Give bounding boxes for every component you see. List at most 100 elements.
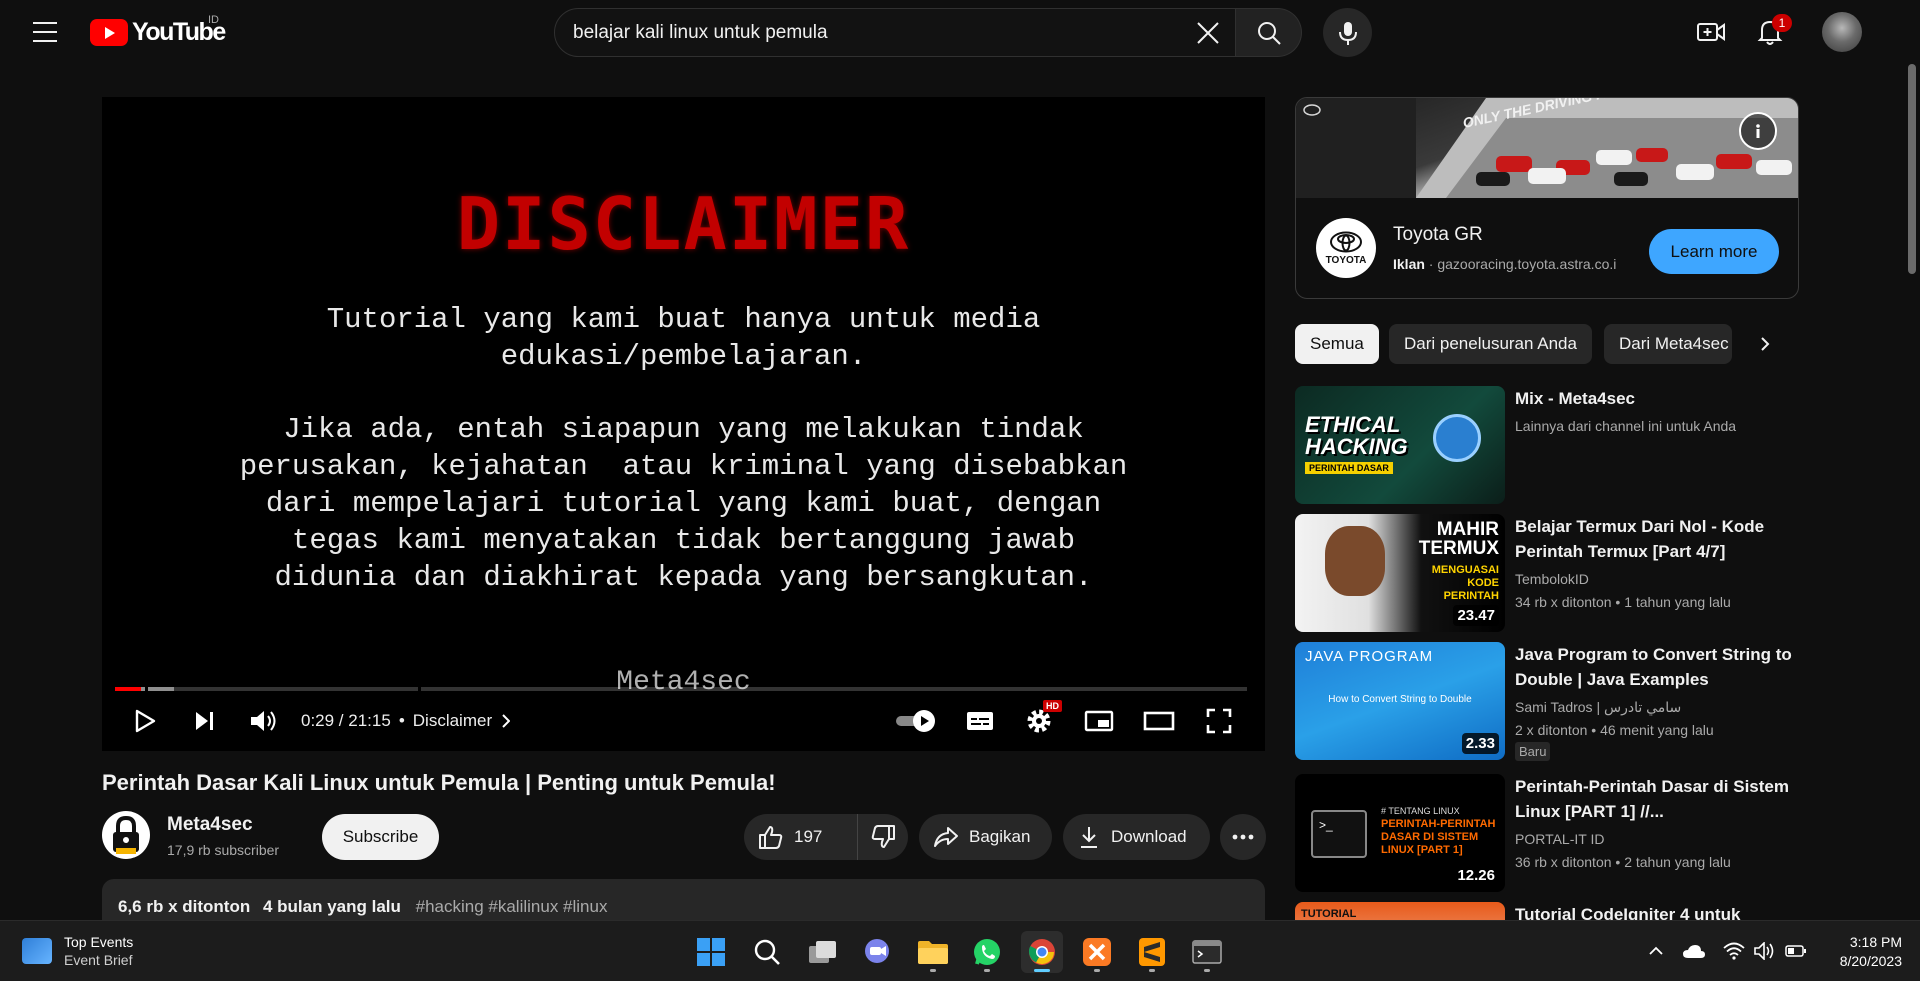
start-button[interactable] (690, 931, 732, 973)
xampp-button[interactable] (1076, 931, 1118, 973)
play-icon (135, 709, 156, 733)
recommendation-item[interactable]: ETHICAL HACKING PERINTAH DASAR Mix - Met… (1295, 386, 1799, 506)
download-button[interactable]: Download (1063, 814, 1210, 860)
disclaimer-paragraph-2: Jika ada, entah siapapun yang melakukan … (239, 413, 1128, 594)
running-indicator (930, 969, 936, 972)
hd-badge: HD (1043, 700, 1062, 712)
next-video-button[interactable] (190, 704, 220, 738)
video-player[interactable]: DISCLAIMER Tutorial yang kami buat hanya… (102, 97, 1265, 751)
autoplay-toggle[interactable] (894, 704, 938, 738)
upload-date: 4 bulan yang lalu (262, 897, 401, 916)
chapter-title: Disclaimer (412, 711, 493, 730)
chip-from-search[interactable]: Dari penelusuran Anda (1389, 324, 1592, 364)
presenter-face (1325, 526, 1385, 596)
recommendation-item[interactable]: >_ # TENTANG LINUX PERINTAH-PERINTAH DAS… (1295, 774, 1799, 894)
like-dislike-group: 197 (744, 814, 908, 860)
channel-avatar[interactable] (102, 811, 150, 859)
recommendation-item[interactable]: MAHIR TERMUX MENGUASAI KODE PERINTAH 23.… (1295, 514, 1799, 634)
subtitles-button[interactable] (963, 704, 997, 738)
fullscreen-button[interactable] (1202, 704, 1236, 738)
folder-icon (918, 941, 948, 964)
settings-button[interactable]: HD (1022, 700, 1062, 738)
sublime-text-button[interactable] (1131, 931, 1173, 973)
taskbar-search-button[interactable] (746, 931, 788, 973)
widgets-button[interactable]: Top Events Event Brief (22, 933, 133, 969)
recommendation-thumbnail: JAVA PROGRAM How to Convert String to Do… (1295, 642, 1505, 760)
widget-text: Top Events Event Brief (64, 933, 133, 969)
windows-logo-icon (697, 938, 725, 966)
miniplayer-icon (1084, 710, 1114, 732)
hamburger-menu-button[interactable] (28, 18, 62, 46)
ad-url: gazooracing.toyota.astra.co.i (1437, 256, 1617, 272)
recommendation-item[interactable]: TUTORIAL Tutorial CodeIgniter 4 untuk (1295, 902, 1799, 920)
whatsapp-button[interactable] (966, 931, 1008, 973)
volume-button[interactable] (1751, 935, 1779, 967)
teams-chat-button[interactable] (856, 931, 898, 973)
search-box (554, 8, 1236, 57)
system-clock[interactable]: 3:18 PM 8/20/2023 (1818, 933, 1902, 971)
miniplayer-button[interactable] (1082, 704, 1116, 738)
windows-taskbar: Top Events Event Brief 3:18 PM 8/20/2023 (0, 920, 1920, 981)
thumb-sub: How to Convert String to Double (1328, 694, 1472, 705)
region-code: ID (208, 14, 219, 26)
search-button[interactable] (1236, 8, 1302, 57)
play-button[interactable] (130, 704, 160, 738)
youtube-logo[interactable]: YouTube (90, 18, 226, 47)
ad-card[interactable]: ONLY THE DRIVING PASSION TOYOTA Toyota G… (1295, 97, 1799, 299)
share-button[interactable]: Bagikan (919, 814, 1052, 860)
logo-caption: TOYOTA (1325, 254, 1367, 266)
subscribe-button[interactable]: Subscribe (322, 814, 439, 860)
microphone-icon (1338, 21, 1357, 45)
task-view-button[interactable] (802, 931, 844, 973)
file-explorer-button[interactable] (912, 931, 954, 973)
clear-search-button[interactable] (1195, 20, 1221, 46)
recommendation-thumbnail: ETHICAL HACKING PERINTAH DASAR (1295, 386, 1505, 504)
create-video-button[interactable] (1693, 14, 1729, 50)
learn-more-button[interactable]: Learn more (1649, 229, 1779, 274)
calendar-widget-icon (22, 938, 52, 964)
dislike-button[interactable] (858, 814, 908, 860)
channel-name[interactable]: Meta4sec (167, 814, 253, 836)
terminal-button[interactable] (1186, 931, 1228, 973)
chip-all[interactable]: Semua (1295, 324, 1379, 364)
chapter-button[interactable]: Disclaimer (412, 711, 511, 731)
ad-banner-image[interactable]: ONLY THE DRIVING PASSION (1296, 98, 1798, 198)
lock-logo-icon (113, 815, 139, 854)
thumb-sub: PERINTAH DASAR (1305, 462, 1393, 474)
chip-from-channel[interactable]: Dari Meta4sec (1604, 324, 1732, 364)
thumb-text: TUTORIAL (1301, 908, 1357, 920)
separator-dot: • (398, 711, 405, 730)
progress-bar[interactable] (115, 687, 1247, 691)
recommendation-meta: 34 rb x ditonton • 1 tahun yang lalu (1515, 594, 1731, 610)
widget-subtitle: Event Brief (64, 952, 133, 968)
more-actions-button[interactable] (1220, 814, 1266, 860)
theater-mode-button[interactable] (1141, 704, 1177, 738)
onedrive-button[interactable] (1680, 935, 1708, 967)
search-icon (1257, 21, 1281, 45)
like-button[interactable]: 197 (744, 814, 858, 860)
mute-button[interactable] (248, 704, 278, 738)
video-duration: 2.33 (1461, 733, 1499, 754)
ad-info-button[interactable] (1739, 112, 1777, 150)
search-input[interactable] (573, 21, 1173, 44)
like-count: 197 (794, 827, 823, 846)
notifications-button[interactable]: 1 (1752, 14, 1792, 50)
chrome-button[interactable] (1021, 931, 1063, 973)
running-indicator (1204, 969, 1210, 972)
hashtags[interactable]: #hacking #kalilinux #linux (416, 897, 608, 916)
time-display: 0:29 / 21:15 • Disclaimer (301, 711, 511, 731)
disclaimer-paragraph-1: Tutorial yang kami buat hanya untuk medi… (326, 303, 1041, 373)
terminal-icon (1192, 940, 1222, 964)
page-scrollbar[interactable] (1908, 64, 1916, 274)
progress-played (115, 687, 142, 691)
show-hidden-icons-button[interactable] (1642, 935, 1670, 967)
ad-title[interactable]: Toyota GR (1393, 224, 1483, 246)
wifi-button[interactable] (1720, 935, 1748, 967)
recommendation-item[interactable]: JAVA PROGRAM How to Convert String to Do… (1295, 642, 1799, 762)
thumb-text: # TENTANG LINUX (1381, 806, 1460, 816)
chips-next-button[interactable] (1745, 324, 1785, 364)
account-avatar[interactable] (1822, 12, 1862, 52)
battery-button[interactable] (1782, 935, 1810, 967)
search-icon (754, 939, 780, 965)
voice-search-button[interactable] (1323, 8, 1372, 57)
